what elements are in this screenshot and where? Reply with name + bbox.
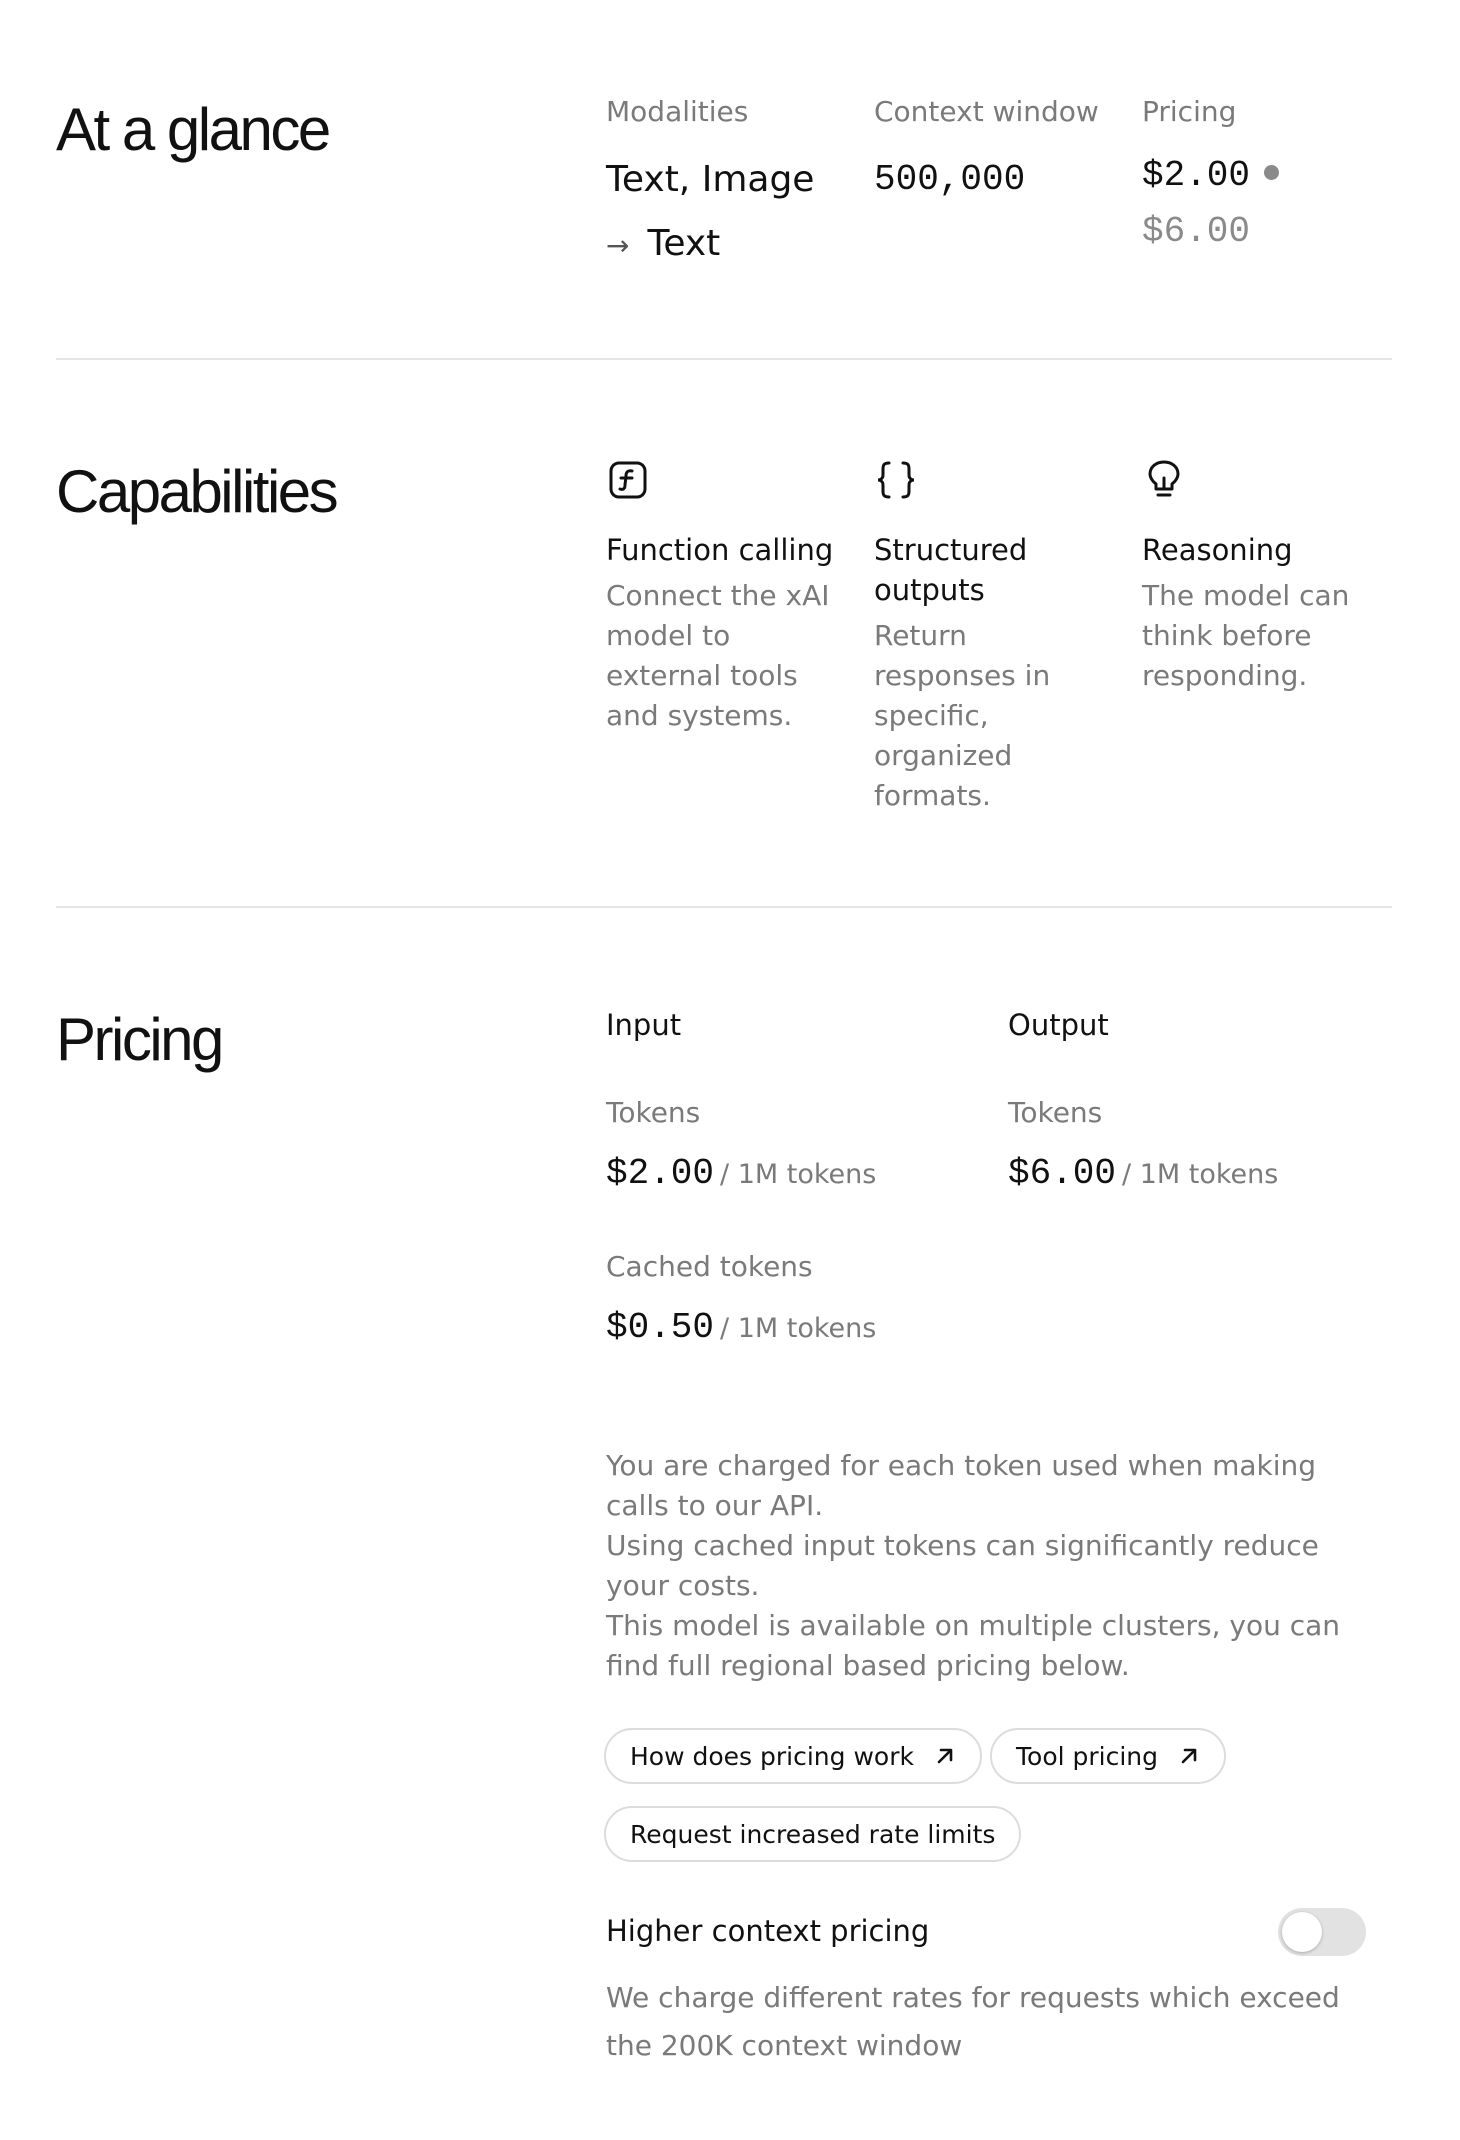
function-icon	[609, 461, 647, 499]
capability-structured-outputs: Structured outputs Return responses in s…	[874, 458, 1074, 816]
capability-title: Structured outputs	[874, 533, 1028, 607]
capability-title: Function calling	[606, 533, 834, 567]
tool-pricing-link[interactable]: Tool pricing	[990, 1728, 1227, 1784]
section-divider	[56, 358, 1392, 360]
modalities-output-row: → Text	[606, 212, 846, 278]
output-tokens-price: $6.00	[1008, 1153, 1117, 1194]
input-tokens-price-row: $2.00/ 1M tokens	[606, 1153, 986, 1194]
context-window-column: Context window 500,000	[874, 94, 1124, 212]
arrow-right-icon: →	[606, 229, 630, 263]
link-label: Tool pricing	[1016, 1741, 1159, 1771]
price-unit: / 1M tokens	[720, 1313, 877, 1344]
pricing-notes: You are charged for each token used when…	[606, 1446, 1346, 1686]
price-unit: / 1M tokens	[1122, 1159, 1279, 1190]
pricing-summary-label: Pricing	[1142, 95, 1237, 128]
modalities-input: Text, Image	[606, 159, 815, 201]
modalities-value: Text, Image → Text	[606, 148, 846, 278]
capabilities-heading: Capabilities	[56, 458, 339, 525]
pricing-heading: Pricing	[56, 1006, 224, 1073]
pricing-summary-column: Pricing $2.00 $6.00	[1142, 94, 1362, 260]
capability-title: Reasoning	[1142, 533, 1293, 567]
output-tokens-label: Tokens	[1008, 1096, 1103, 1129]
at-a-glance-heading: At a glance	[56, 96, 331, 163]
price-unit: / 1M tokens	[720, 1159, 877, 1190]
toggle-knob	[1282, 1912, 1322, 1952]
capability-description: The model can think before responding.	[1142, 579, 1350, 692]
modalities-output: Text	[647, 223, 721, 265]
external-link-icon	[1181, 1748, 1197, 1764]
link-label: How does pricing work	[630, 1741, 914, 1771]
capability-function-calling: Function calling Connect the xAI model t…	[606, 458, 836, 736]
input-tokens-label: Tokens	[606, 1096, 701, 1129]
how-pricing-works-link[interactable]: How does pricing work	[604, 1728, 982, 1784]
external-link-icon	[937, 1748, 953, 1764]
higher-context-description: We charge different rates for requests w…	[606, 1981, 1340, 2062]
capability-description: Connect the xAI model to external tools …	[606, 579, 830, 732]
modalities-label: Modalities	[606, 95, 749, 128]
pricing-summary-input: $2.00	[1142, 155, 1251, 197]
capability-reasoning: Reasoning The model can think before res…	[1142, 458, 1372, 696]
pricing-summary-values: $2.00 $6.00	[1142, 148, 1362, 260]
pricing-input-column: Input Tokens $2.00/ 1M tokens Cached tok…	[606, 1008, 986, 1348]
request-rate-limits-button[interactable]: Request increased rate limits	[604, 1806, 1022, 1862]
context-window-value: 500,000	[874, 159, 1026, 201]
pricing-note: This model is available on multiple clus…	[606, 1609, 1341, 1682]
higher-context-toggle[interactable]	[1278, 1908, 1366, 1956]
separator-dot-icon	[1264, 165, 1280, 181]
modalities-column: Modalities Text, Image → Text	[606, 94, 846, 278]
pricing-note: Using cached input tokens can significan…	[606, 1529, 1319, 1602]
cached-tokens-price-row: $0.50/ 1M tokens	[606, 1307, 986, 1348]
higher-context-label: Higher context pricing	[606, 1914, 930, 1948]
cached-tokens-price: $0.50	[606, 1307, 715, 1348]
pricing-input-header: Input	[606, 1008, 682, 1042]
output-tokens-price-row: $6.00/ 1M tokens	[1008, 1153, 1388, 1194]
pricing-summary-input-row: $2.00	[1142, 148, 1362, 204]
pricing-output-header: Output	[1008, 1008, 1109, 1042]
braces-icon	[877, 461, 915, 499]
button-label: Request increased rate limits	[630, 1819, 996, 1849]
section-divider	[56, 906, 1392, 908]
capability-description: Return responses in specific, organized …	[874, 619, 1051, 812]
input-tokens-price: $2.00	[606, 1153, 715, 1194]
cached-tokens-label: Cached tokens	[606, 1250, 813, 1283]
lightbulb-icon	[1148, 460, 1180, 497]
pricing-output-column: Output Tokens $6.00/ 1M tokens	[1008, 1008, 1388, 1194]
pricing-summary-output: $6.00	[1142, 211, 1251, 253]
pricing-note: You are charged for each token used when…	[606, 1449, 1317, 1522]
context-window-label: Context window	[874, 95, 1099, 128]
